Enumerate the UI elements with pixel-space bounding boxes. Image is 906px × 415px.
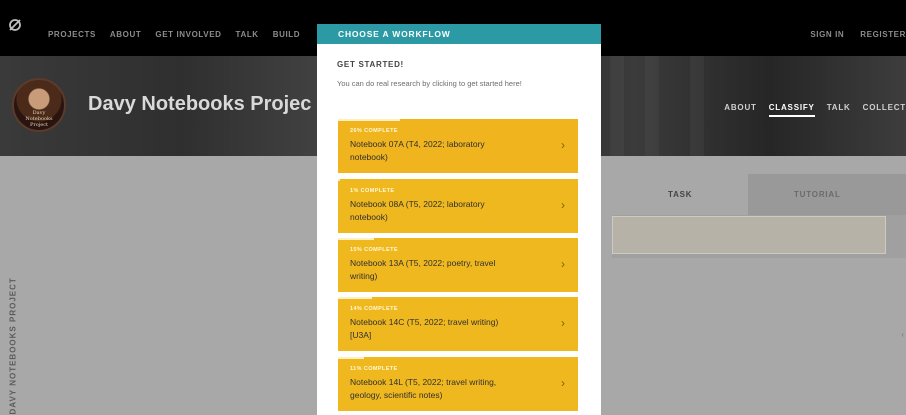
chevron-right-icon: › [561,138,565,152]
tab-tutorial-label: TUTORIAL [794,190,841,199]
tab-tutorial[interactable]: TUTORIAL [748,174,906,215]
workflow-name: Notebook 07A (T4, 2022; laboratory noteb… [350,139,485,162]
workflow-name: Notebook 14L (T5, 2022; travel writing, … [350,377,497,400]
workflow-progress-bar [338,238,374,240]
chevron-right-icon: › [561,316,565,330]
sign-in-link[interactable]: SIGN IN [810,30,844,39]
project-navigation: ABOUT CLASSIFY TALK COLLECT [724,103,906,117]
modal-subtitle: GET STARTED! [337,60,404,69]
workflow-completion: 11% COMPLETE [350,366,398,372]
workflow-name: Notebook 08A (T5, 2022; laboratory noteb… [350,199,485,222]
workflow-completion: 15% COMPLETE [350,247,398,253]
account-navigation: SIGN IN REGISTER [810,30,906,39]
choose-workflow-modal: CHOOSE A WORKFLOW GET STARTED! You can d… [317,24,601,415]
workflow-completion: 1% COMPLETE [350,188,395,194]
tab-task[interactable]: TASK [612,174,748,215]
nav-about-link[interactable]: ABOUT [110,30,141,39]
workflow-progress-bar [338,179,341,181]
modal-title: CHOOSE A WORKFLOW [338,29,451,39]
project-avatar[interactable]: Davy Notebooks Project [12,78,66,132]
chevron-right-icon: › [561,376,565,390]
project-collect-link[interactable]: COLLECT [863,103,906,117]
project-talk-link[interactable]: TALK [827,103,851,117]
workflow-button-notebook-14c[interactable]: 14% COMPLETE Notebook 14C (T5, 2022; tra… [338,297,578,351]
register-link[interactable]: REGISTER [860,30,906,39]
workflow-button-notebook-13a[interactable]: 15% COMPLETE Notebook 13A (T5, 2022; poe… [338,238,578,292]
nav-build-link[interactable]: BUILD [273,30,300,39]
task-content-placeholder [612,216,886,254]
modal-intro: You can do real research by clicking to … [337,79,522,88]
book-spine-decoration [690,56,704,156]
modal-header: CHOOSE A WORKFLOW [317,24,601,44]
workflow-button-notebook-14l[interactable]: 11% COMPLETE Notebook 14L (T5, 2022; tra… [338,357,578,411]
workflow-completion: 26% COMPLETE [350,128,398,134]
project-about-link[interactable]: ABOUT [724,103,756,117]
project-side-label: DAVY NOTEBOOKS PROJECT [8,277,18,415]
zooniverse-icon[interactable] [8,18,22,32]
chevron-right-icon: › [561,198,565,212]
book-spine-decoration [610,56,624,156]
tab-task-label: TASK [668,190,693,199]
side-edge-icon: ‹ [901,330,904,339]
workflow-button-notebook-08a[interactable]: 1% COMPLETE Notebook 08A (T5, 2022; labo… [338,179,578,233]
workflow-button-notebook-07a[interactable]: 26% COMPLETE Notebook 07A (T4, 2022; lab… [338,119,578,173]
workflow-progress-bar [338,119,401,121]
project-title[interactable]: Davy Notebooks Projec [88,93,311,116]
workflow-progress-bar [338,297,372,299]
nav-talk-link[interactable]: TALK [236,30,259,39]
project-classify-link[interactable]: CLASSIFY [768,103,815,117]
nav-projects-link[interactable]: PROJECTS [48,30,96,39]
workflow-completion: 14% COMPLETE [350,306,398,312]
project-avatar-label: Davy Notebooks Project [25,110,53,128]
workflow-name: Notebook 14C (T5, 2022; travel writing) … [350,317,499,340]
nav-get-involved-link[interactable]: GET INVOLVED [155,30,221,39]
workflow-progress-bar [338,357,365,359]
workflow-name: Notebook 13A (T5, 2022; poetry, travel w… [350,258,496,281]
book-spine-decoration [645,56,659,156]
primary-navigation: PROJECTS ABOUT GET INVOLVED TALK BUILD [48,30,300,39]
chevron-right-icon: › [561,257,565,271]
